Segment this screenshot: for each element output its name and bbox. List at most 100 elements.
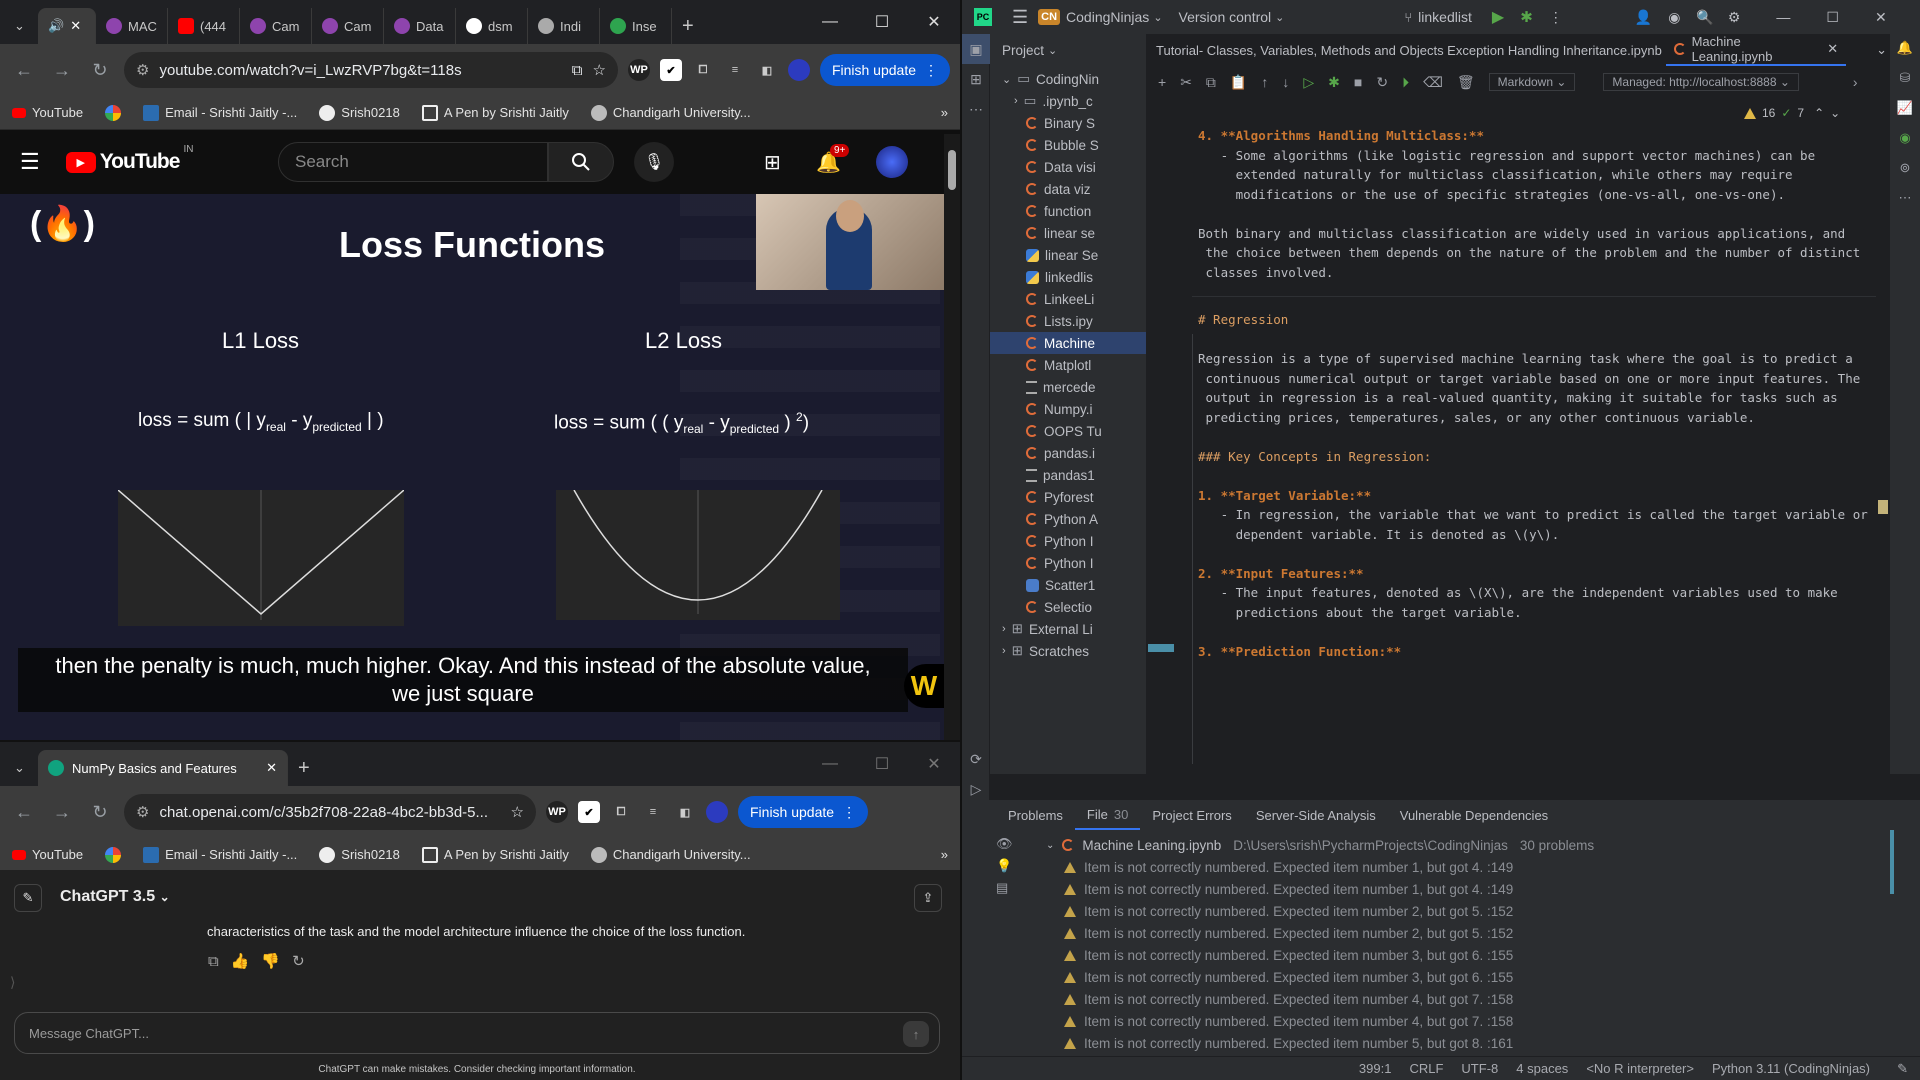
branch-selector[interactable]: linkedlist bbox=[1418, 9, 1472, 25]
tree-item[interactable]: OOPS Tu bbox=[990, 420, 1146, 442]
profile-avatar[interactable] bbox=[706, 801, 728, 823]
tab-youtube-444[interactable]: (444 bbox=[168, 8, 240, 44]
create-video-icon[interactable]: ⊞ bbox=[764, 150, 781, 175]
close-tab-icon[interactable]: ✕ bbox=[1827, 41, 1838, 57]
eye-icon[interactable]: 👁 bbox=[996, 836, 1013, 852]
send-button[interactable]: ↑ bbox=[903, 1021, 929, 1047]
tab-search-icon[interactable]: ⌄ bbox=[8, 8, 38, 44]
problem-row[interactable]: Item is not correctly numbered. Expected… bbox=[1064, 900, 1594, 922]
tab-tutorial-notebook[interactable]: Tutorial- Classes, Variables, Methods an… bbox=[1146, 43, 1666, 58]
new-chat-button[interactable]: ✎ bbox=[14, 884, 42, 912]
regenerate-icon[interactable]: ↻ bbox=[292, 952, 305, 970]
debug-button[interactable]: ✱ bbox=[1520, 8, 1533, 26]
media-control-icon[interactable]: ≡ bbox=[724, 59, 746, 81]
tree-item[interactable]: linear Se bbox=[990, 244, 1146, 266]
bookmark-chandigarh[interactable]: Chandigarh University... bbox=[590, 846, 751, 863]
close-tab-icon[interactable]: ✕ bbox=[266, 760, 277, 776]
tree-item[interactable]: LinkeeLi bbox=[990, 288, 1146, 310]
media-control-icon[interactable]: ≡ bbox=[642, 801, 664, 823]
youtube-scrollbar[interactable] bbox=[944, 134, 960, 740]
site-info-icon[interactable]: ⚙ bbox=[136, 61, 149, 79]
sciview-icon[interactable]: 📈 bbox=[1897, 100, 1913, 116]
trash-icon[interactable]: 🗑 bbox=[1457, 74, 1475, 91]
tree-item[interactable]: › ⊞ External Li bbox=[990, 618, 1146, 640]
side-panel-icon[interactable]: ◧ bbox=[674, 801, 696, 823]
tree-item[interactable]: Lists.ipy bbox=[990, 310, 1146, 332]
chevron-icon[interactable]: › bbox=[1002, 645, 1006, 657]
youtube-search-button[interactable] bbox=[548, 142, 614, 182]
tab-server-side-analysis[interactable]: Server-Side Analysis bbox=[1244, 800, 1388, 830]
tree-item[interactable]: Numpy.i bbox=[990, 398, 1146, 420]
tree-item[interactable]: Python I bbox=[990, 530, 1146, 552]
tab-vulnerable-dependencies[interactable]: Vulnerable Dependencies bbox=[1388, 800, 1560, 830]
notifications-icon[interactable]: 🔔 bbox=[1897, 40, 1913, 56]
tree-item[interactable]: linear se bbox=[990, 222, 1146, 244]
run-button[interactable]: ▶ bbox=[1492, 7, 1504, 27]
inspection-widget[interactable]: 16 ✓ 7 ⌃ ⌄ bbox=[1744, 106, 1840, 120]
cursor-position[interactable]: 399:1 bbox=[1359, 1061, 1392, 1076]
copy-icon[interactable]: ⧉ bbox=[208, 953, 219, 970]
move-down-icon[interactable]: ↓ bbox=[1282, 74, 1289, 90]
tab-cam-2[interactable]: Cam bbox=[312, 8, 384, 44]
bookmark-star-icon[interactable]: ☆ bbox=[592, 61, 605, 79]
problems-scrollbar[interactable] bbox=[1890, 830, 1894, 894]
tabs-dropdown-icon[interactable]: ⌄ bbox=[1876, 42, 1887, 58]
reload-button[interactable]: ↻ bbox=[86, 56, 114, 84]
tab-youtube-active[interactable]: 🔊 ✕ bbox=[38, 8, 96, 44]
bookmark-chandigarh[interactable]: Chandigarh University... bbox=[590, 104, 751, 121]
add-cell-icon[interactable]: + bbox=[1158, 74, 1166, 90]
cut-cell-icon[interactable]: ✂ bbox=[1180, 74, 1192, 91]
close-tab-icon[interactable]: ✕ bbox=[70, 18, 81, 34]
chevron-icon[interactable]: › bbox=[1002, 623, 1006, 635]
bookmark-photos[interactable] bbox=[105, 846, 122, 863]
bookmarks-overflow[interactable]: » bbox=[941, 847, 948, 862]
problem-row[interactable]: Item is not correctly numbered. Expected… bbox=[1064, 966, 1594, 988]
chevron-icon[interactable]: ⌄ bbox=[1002, 73, 1011, 86]
side-panel-icon[interactable]: ◧ bbox=[756, 59, 778, 81]
search-everywhere-icon[interactable]: 🔍 bbox=[1696, 9, 1713, 26]
jupyter-vars-icon[interactable]: ⊚ bbox=[1900, 160, 1911, 176]
tree-item[interactable]: Bubble S bbox=[990, 134, 1146, 156]
tree-item[interactable]: Selectio bbox=[990, 596, 1146, 618]
tree-item[interactable]: data viz bbox=[990, 178, 1146, 200]
indent-setting[interactable]: 4 spaces bbox=[1516, 1061, 1568, 1076]
profile-avatar[interactable] bbox=[787, 59, 810, 81]
menu-icon[interactable]: ☰ bbox=[20, 149, 40, 175]
copy-cell-icon[interactable]: ⧉ bbox=[1206, 74, 1216, 91]
bookmark-star-icon[interactable]: ☆ bbox=[511, 803, 524, 821]
server-selector[interactable]: Managed: http://localhost:8888 ⌄ bbox=[1603, 73, 1799, 91]
maximize-button[interactable]: ☐ bbox=[856, 742, 908, 786]
model-selector[interactable]: ChatGPT 3.5 ⌄ bbox=[60, 888, 170, 906]
line-separator[interactable]: CRLF bbox=[1409, 1061, 1443, 1076]
bookmark-email[interactable]: Email - Srishti Jaitly -... bbox=[143, 846, 297, 863]
document-icon[interactable]: ▤ bbox=[996, 880, 1013, 896]
problem-row[interactable]: Item is not correctly numbered. Expected… bbox=[1064, 1032, 1594, 1054]
back-button[interactable]: ← bbox=[10, 56, 38, 84]
user-icon[interactable]: 👤 bbox=[1635, 9, 1652, 26]
wp-extension-icon[interactable]: WP bbox=[546, 801, 568, 823]
youtube-logo[interactable]: ▶ YouTube IN bbox=[65, 144, 193, 174]
lightbulb-icon[interactable]: 💡 bbox=[996, 858, 1013, 874]
bookmark-codepen[interactable]: A Pen by Srishti Jaitly bbox=[421, 846, 569, 863]
tree-item[interactable]: Binary S bbox=[990, 112, 1146, 134]
tree-item[interactable]: pandas.i bbox=[990, 442, 1146, 464]
checkbox-extension-icon[interactable]: ✔ bbox=[578, 801, 600, 823]
tree-item[interactable]: Matplotl bbox=[990, 354, 1146, 376]
thumbs-down-icon[interactable]: 👎 bbox=[261, 952, 280, 970]
tab-data[interactable]: Data bbox=[384, 8, 456, 44]
tab-problems[interactable]: Problems bbox=[996, 800, 1075, 830]
message-input[interactable]: Message ChatGPT... ↑ bbox=[14, 1012, 940, 1054]
install-icon[interactable]: ⧉ bbox=[572, 62, 583, 79]
voice-search-button[interactable]: 🎙 bbox=[634, 142, 674, 182]
clear-outputs-icon[interactable]: ⌫ bbox=[1423, 74, 1443, 91]
tab-file[interactable]: File 30 bbox=[1074, 800, 1141, 830]
tree-item[interactable]: linkedlis bbox=[990, 266, 1146, 288]
more-tools-icon[interactable]: ⋯ bbox=[1899, 190, 1912, 206]
paste-cell-icon[interactable]: 📋 bbox=[1230, 74, 1247, 91]
move-up-icon[interactable]: ↑ bbox=[1261, 74, 1268, 90]
debug-cell-icon[interactable]: ✱ bbox=[1328, 74, 1340, 91]
minimize-button[interactable]: — bbox=[1776, 9, 1790, 25]
tab-search-icon[interactable]: ⌄ bbox=[8, 750, 38, 786]
close-window-button[interactable]: ✕ bbox=[908, 742, 960, 786]
checkbox-extension-icon[interactable]: ✔ bbox=[659, 59, 682, 81]
